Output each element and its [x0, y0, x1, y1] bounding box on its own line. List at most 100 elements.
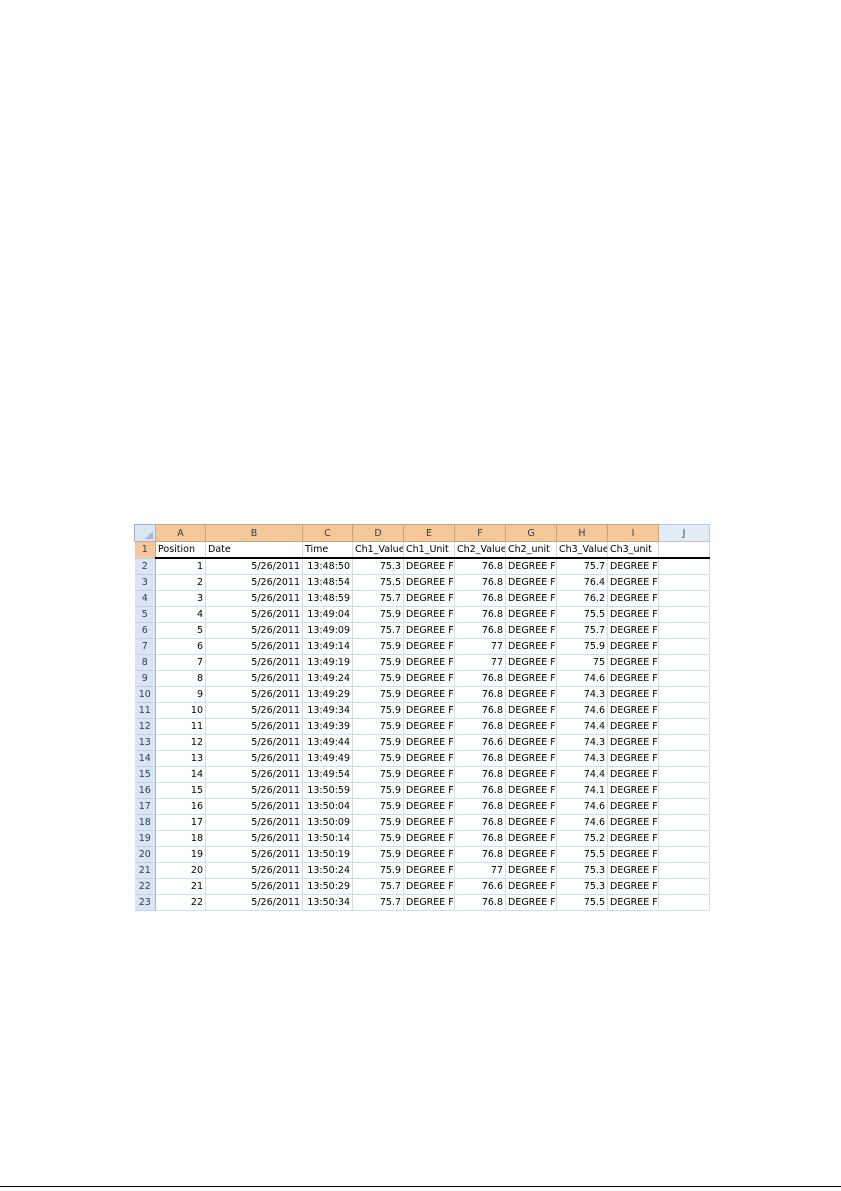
row-header[interactable]: 17: [134, 798, 156, 815]
cell-j[interactable]: [658, 686, 710, 703]
cell-ch3-value[interactable]: 74.4: [556, 718, 608, 735]
cell-j[interactable]: [658, 814, 710, 831]
cell-ch3-value[interactable]: 74.6: [556, 814, 608, 831]
cell-ch1-unit[interactable]: DEGREE F: [403, 718, 455, 735]
row-header[interactable]: 15: [134, 766, 156, 783]
cell-j[interactable]: [658, 622, 710, 639]
cell-ch3-unit[interactable]: DEGREE F: [607, 894, 659, 911]
cell-ch1-value[interactable]: 75.9: [352, 846, 404, 863]
cell-ch2-unit[interactable]: DEGREE F: [505, 878, 557, 895]
cell-ch2-value[interactable]: 76.8: [454, 622, 506, 639]
cell-position[interactable]: 15: [155, 782, 206, 799]
cell-ch2-value[interactable]: 76.8: [454, 798, 506, 815]
cell-ch2-unit[interactable]: DEGREE F: [505, 574, 557, 591]
cell-time-header[interactable]: Time: [302, 541, 353, 559]
cell-ch3-value[interactable]: 75.5: [556, 606, 608, 623]
cell-position[interactable]: 20: [155, 862, 206, 879]
cell-date[interactable]: 5/26/2011: [205, 718, 303, 735]
cell-ch2-unit[interactable]: DEGREE F: [505, 670, 557, 687]
cell-time[interactable]: 13:49:04: [302, 606, 353, 623]
cell-time[interactable]: 13:50:24: [302, 862, 353, 879]
cell-ch1-value[interactable]: 75.9: [352, 734, 404, 751]
cell-ch3-unit[interactable]: DEGREE F: [607, 638, 659, 655]
cell-date[interactable]: 5/26/2011: [205, 654, 303, 671]
row-header[interactable]: 11: [134, 702, 156, 719]
cell-time[interactable]: 13:50:34: [302, 894, 353, 911]
cell-ch2-unit[interactable]: DEGREE F: [505, 654, 557, 671]
cell-ch3-unit[interactable]: DEGREE F: [607, 718, 659, 735]
cell-ch3-unit[interactable]: DEGREE F: [607, 654, 659, 671]
cell-time[interactable]: 13:49:49: [302, 750, 353, 767]
cell-ch2-unit[interactable]: DEGREE F: [505, 862, 557, 879]
cell-j[interactable]: [658, 734, 710, 751]
cell-date[interactable]: 5/26/2011: [205, 606, 303, 623]
cell-position[interactable]: 5: [155, 622, 206, 639]
cell-ch3-unit[interactable]: DEGREE F: [607, 862, 659, 879]
cell-ch1-unit[interactable]: DEGREE F: [403, 622, 455, 639]
cell-time[interactable]: 13:48:50: [302, 558, 353, 575]
cell-time[interactable]: 13:50:14: [302, 830, 353, 847]
cell-ch1-value[interactable]: 75.9: [352, 798, 404, 815]
cell-ch1-value[interactable]: 75.9: [352, 606, 404, 623]
cell-time[interactable]: 13:48:54: [302, 574, 353, 591]
cell-ch1-unit[interactable]: DEGREE F: [403, 558, 455, 575]
cell-ch3-value[interactable]: 75.7: [556, 622, 608, 639]
cell-ch2-unit[interactable]: DEGREE F: [505, 622, 557, 639]
cell-time[interactable]: 13:49:34: [302, 702, 353, 719]
row-header[interactable]: 9: [134, 670, 156, 687]
cell-ch2-value-header[interactable]: Ch2_Value: [454, 541, 506, 559]
cell-ch3-unit[interactable]: DEGREE F: [607, 782, 659, 799]
cell-ch2-value[interactable]: 76.8: [454, 590, 506, 607]
cell-ch2-value[interactable]: 76.8: [454, 718, 506, 735]
cell-ch2-value[interactable]: 77: [454, 862, 506, 879]
cell-ch1-value[interactable]: 75.9: [352, 814, 404, 831]
cell-ch2-unit[interactable]: DEGREE F: [505, 750, 557, 767]
cell-ch3-value[interactable]: 75.2: [556, 830, 608, 847]
cell-ch1-unit[interactable]: DEGREE F: [403, 686, 455, 703]
cell-ch2-value[interactable]: 76.8: [454, 894, 506, 911]
cell-ch1-value[interactable]: 75.3: [352, 558, 404, 575]
cell-ch1-value[interactable]: 75.9: [352, 702, 404, 719]
cell-ch2-unit[interactable]: DEGREE F: [505, 798, 557, 815]
cell-time[interactable]: 13:48:59: [302, 590, 353, 607]
cell-ch2-unit[interactable]: DEGREE F: [505, 814, 557, 831]
cell-ch3-unit[interactable]: DEGREE F: [607, 574, 659, 591]
cell-j[interactable]: [658, 894, 710, 911]
cell-j[interactable]: [658, 782, 710, 799]
cell-ch1-value[interactable]: 75.9: [352, 766, 404, 783]
column-header-c[interactable]: C: [302, 524, 353, 542]
cell-ch3-value[interactable]: 74.1: [556, 782, 608, 799]
cell-date[interactable]: 5/26/2011: [205, 670, 303, 687]
cell-ch3-unit[interactable]: DEGREE F: [607, 846, 659, 863]
row-header[interactable]: 14: [134, 750, 156, 767]
row-header[interactable]: 1: [134, 541, 156, 559]
cell-date[interactable]: 5/26/2011: [205, 894, 303, 911]
cell-time[interactable]: 13:49:44: [302, 734, 353, 751]
cell-time[interactable]: 13:49:54: [302, 766, 353, 783]
row-header[interactable]: 12: [134, 718, 156, 735]
row-header[interactable]: 2: [134, 558, 156, 575]
cell-ch1-value[interactable]: 75.7: [352, 622, 404, 639]
cell-time[interactable]: 13:50:59: [302, 782, 353, 799]
cell-position[interactable]: 8: [155, 670, 206, 687]
cell-ch1-value[interactable]: 75.9: [352, 654, 404, 671]
cell-date[interactable]: 5/26/2011: [205, 814, 303, 831]
cell-ch2-value[interactable]: 76.8: [454, 830, 506, 847]
select-all-button[interactable]: [134, 524, 156, 542]
cell-time[interactable]: 13:49:19: [302, 654, 353, 671]
cell-ch1-unit[interactable]: DEGREE F: [403, 590, 455, 607]
row-header[interactable]: 4: [134, 590, 156, 607]
cell-position[interactable]: 7: [155, 654, 206, 671]
cell-ch2-value[interactable]: 76.8: [454, 750, 506, 767]
cell-ch2-unit[interactable]: DEGREE F: [505, 846, 557, 863]
cell-j[interactable]: [658, 766, 710, 783]
cell-ch1-unit[interactable]: DEGREE F: [403, 782, 455, 799]
cell-j[interactable]: [658, 654, 710, 671]
cell-position[interactable]: 18: [155, 830, 206, 847]
cell-ch3-value[interactable]: 74.3: [556, 734, 608, 751]
cell-time[interactable]: 13:49:29: [302, 686, 353, 703]
cell-ch3-value[interactable]: 75.5: [556, 846, 608, 863]
column-header-f[interactable]: F: [454, 524, 506, 542]
row-header[interactable]: 8: [134, 654, 156, 671]
cell-date[interactable]: 5/26/2011: [205, 638, 303, 655]
